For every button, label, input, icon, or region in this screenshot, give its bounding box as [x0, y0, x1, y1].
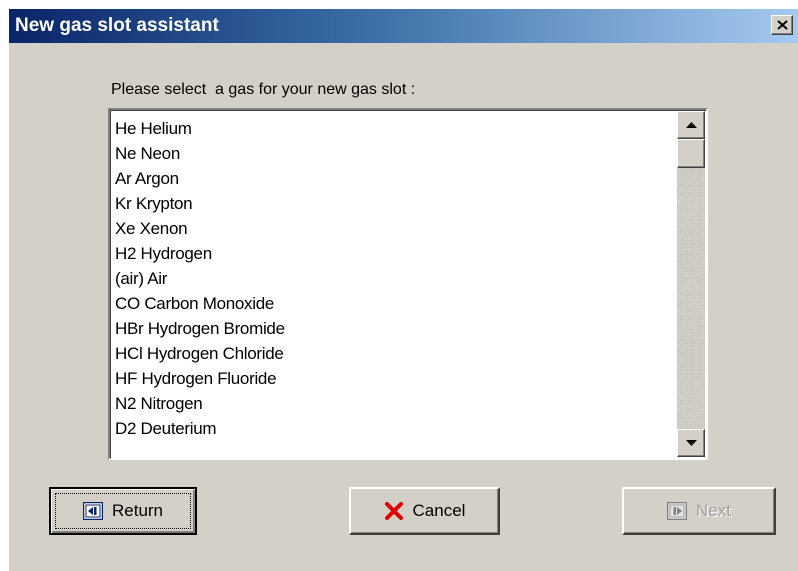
title-bar[interactable]: New gas slot assistant [9, 9, 798, 43]
list-item[interactable]: He Helium [115, 116, 285, 141]
return-button[interactable]: Return [49, 487, 197, 535]
return-button-label: Return [111, 501, 164, 520]
scroll-down-button[interactable] [677, 429, 705, 457]
close-icon [777, 20, 788, 30]
gas-listbox[interactable]: He Helium Ne Neon Ar Argon Kr Krypton Xe Xen… [108, 108, 708, 460]
gas-selection-prompt: Please select a gas for your new gas slo… [111, 81, 416, 98]
window-title: New gas slot assistant [15, 15, 219, 36]
list-item[interactable]: N2 Nitrogen [115, 391, 285, 416]
vertical-scrollbar[interactable] [677, 111, 705, 457]
list-item[interactable]: H2 Hydrogen [115, 241, 285, 266]
close-button[interactable] [771, 15, 793, 35]
cancel-button-label: Cancel [412, 501, 466, 520]
scroll-up-button[interactable] [677, 111, 705, 139]
list-item[interactable]: (air) Air [115, 266, 285, 291]
list-item[interactable]: HCl Hydrogen Chloride [115, 341, 285, 366]
list-item[interactable]: Xe Xenon [115, 216, 285, 241]
next-button-label: Next [696, 501, 731, 520]
list-item[interactable]: Kr Krypton [115, 191, 285, 216]
gas-list-items: He Helium Ne Neon Ar Argon Kr Krypton Xe Xen… [115, 116, 285, 441]
list-item[interactable]: HBr Hydrogen Bromide [115, 316, 285, 341]
list-item[interactable]: CO Carbon Monoxide [115, 291, 285, 316]
gas-slot-assistant-dialog: New gas slot assistant Please select a g… [8, 8, 798, 571]
back-arrow-icon [82, 502, 103, 520]
list-item[interactable]: Ar Argon [115, 166, 285, 191]
forward-arrow-icon [667, 502, 688, 520]
cancel-button[interactable]: Cancel [349, 487, 500, 535]
list-item[interactable]: Ne Neon [115, 141, 285, 166]
arrow-down-icon [686, 440, 697, 446]
list-item[interactable]: D2 Deuterium [115, 416, 285, 441]
list-item[interactable]: HF Hydrogen Fluoride [115, 366, 285, 391]
red-x-icon [384, 502, 403, 520]
scroll-thumb[interactable] [677, 139, 705, 168]
arrow-up-icon [686, 122, 697, 128]
next-button[interactable]: Next [622, 487, 776, 535]
